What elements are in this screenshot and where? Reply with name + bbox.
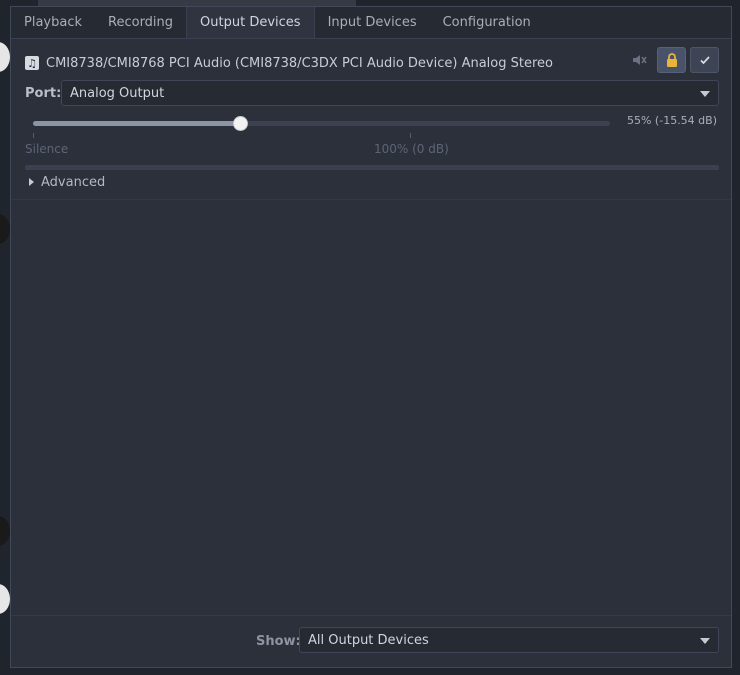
mute-toggle-button[interactable] [625,47,653,73]
advanced-expander[interactable]: Advanced [29,172,105,192]
tab-playback[interactable]: Playback [11,7,95,38]
peak-meter [25,165,719,170]
volume-slider[interactable] [33,116,610,131]
device-header: ♫ CMI8738/CMI8768 PCI Audio (CMI8738/C3D… [25,47,719,75]
volume-readout: 55% (-15.54 dB) [626,114,717,127]
show-filter-select[interactable]: All Output Devices [299,627,719,653]
port-row: Port: Analog Output [25,80,719,106]
advanced-label: Advanced [41,174,106,190]
background-avatar [0,42,10,72]
pavucontrol-window: Playback Recording Output Devices Input … [10,6,732,668]
volume-slider-handle[interactable] [233,116,249,131]
port-value: Analog Output [70,85,165,101]
show-filter-value: All Output Devices [308,632,429,648]
footer: Show: All Output Devices [11,615,731,667]
chevron-right-icon [29,178,34,186]
device-list-area [11,200,731,616]
background-avatar [0,516,10,546]
device-name: CMI8738/CMI8768 PCI Audio (CMI8738/C3DX … [46,55,553,71]
normal-volume-label: 100% (0 dB) [374,142,449,156]
port-select[interactable]: Analog Output [61,80,719,106]
speaker-muted-icon [633,55,647,65]
slider-tick-normal [410,133,411,138]
chevron-down-icon [700,638,710,644]
tab-configuration[interactable]: Configuration [430,7,544,38]
tab-recording[interactable]: Recording [95,7,186,38]
show-label: Show: [256,634,301,649]
volume-slider-area: 55% (-15.54 dB) Silence 100% (0 dB) [25,111,719,161]
tab-input-devices[interactable]: Input Devices [315,7,430,38]
background-avatar [0,214,10,244]
volume-slider-fill [33,121,241,126]
silence-label: Silence [25,142,69,156]
background-avatar [0,584,10,614]
tab-bar: Playback Recording Output Devices Input … [11,7,731,39]
slider-tick-silence [33,133,34,138]
lock-icon [666,53,677,67]
audio-card-icon: ♫ [25,56,39,70]
port-label: Port: [25,85,62,101]
tab-output-devices[interactable]: Output Devices [186,7,315,38]
chevron-down-icon [700,91,710,97]
lock-channels-button[interactable] [657,47,686,73]
check-icon [699,56,710,65]
set-default-button[interactable] [690,47,719,73]
device-actions [625,47,719,73]
